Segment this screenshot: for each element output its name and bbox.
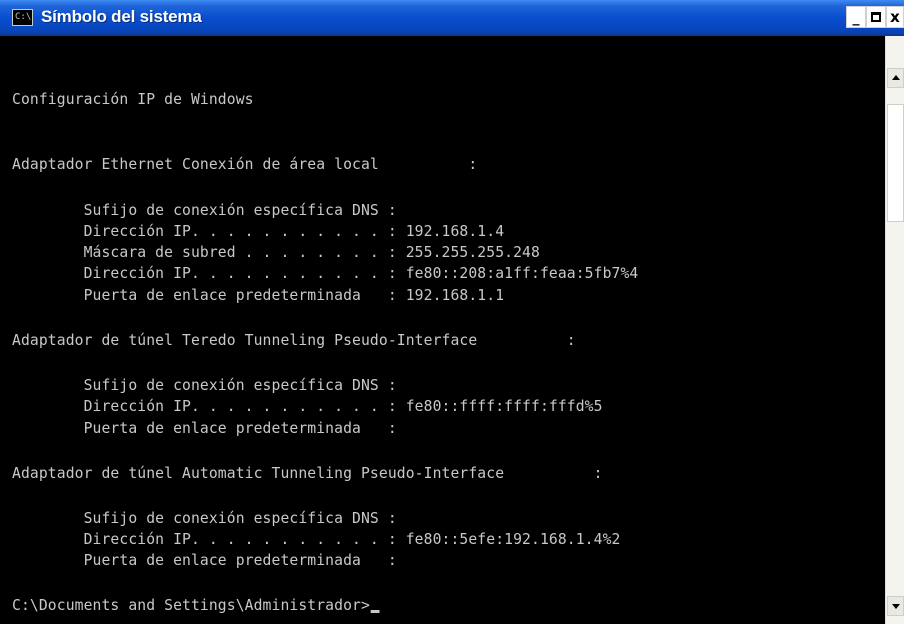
- console-line: Dirección IP. . . . . . . . . . . : fe80…: [12, 264, 639, 282]
- console-line: Sufijo de conexión específica DNS :: [12, 201, 397, 219]
- console-line: Sufijo de conexión específica DNS :: [12, 509, 397, 527]
- console-line: Sufijo de conexión específica DNS :: [12, 376, 397, 394]
- console-line: Dirección IP. . . . . . . . . . . : fe80…: [12, 397, 603, 415]
- maximize-icon: [871, 12, 881, 22]
- close-button[interactable]: x: [886, 6, 904, 28]
- console-line: Puerta de enlace predeterminada :: [12, 419, 397, 437]
- scrollbar-thumb[interactable]: [887, 104, 904, 222]
- console-line: Puerta de enlace predeterminada : 192.16…: [12, 286, 505, 304]
- arrow-up-icon[interactable]: [887, 68, 904, 88]
- minimize-button[interactable]: _: [846, 6, 866, 28]
- console-line: Configuración IP de Windows: [12, 90, 254, 108]
- console-output[interactable]: Configuración IP de Windows Adaptador Et…: [0, 36, 885, 624]
- console-icon[interactable]: C:\: [12, 9, 33, 26]
- text-cursor: [370, 610, 380, 613]
- console-line: Máscara de subred . . . . . . . . : 255.…: [12, 243, 540, 261]
- console-line: Dirección IP. . . . . . . . . . . : fe80…: [12, 530, 621, 548]
- console-line: Puerta de enlace predeterminada :: [12, 551, 397, 569]
- console-line: Adaptador Ethernet Conexión de área loca…: [12, 155, 478, 173]
- command-prompt-window: C:\ Símbolo del sistema _ x Configuració…: [0, 0, 904, 624]
- maximize-button[interactable]: [866, 6, 886, 28]
- console-line: Adaptador de túnel Teredo Tunneling Pseu…: [12, 331, 576, 349]
- prompt-text: C:\Documents and Settings\Administrador>: [12, 596, 370, 614]
- command-prompt-line[interactable]: C:\Documents and Settings\Administrador>: [12, 594, 380, 616]
- window-title: Símbolo del sistema: [41, 7, 202, 26]
- arrow-down-icon[interactable]: [887, 596, 904, 616]
- console-line: Dirección IP. . . . . . . . . . . : 192.…: [12, 222, 505, 240]
- console-line: Adaptador de túnel Automatic Tunneling P…: [12, 464, 603, 482]
- vertical-scrollbar[interactable]: [885, 36, 904, 624]
- title-bar[interactable]: C:\ Símbolo del sistema _ x: [0, 0, 904, 36]
